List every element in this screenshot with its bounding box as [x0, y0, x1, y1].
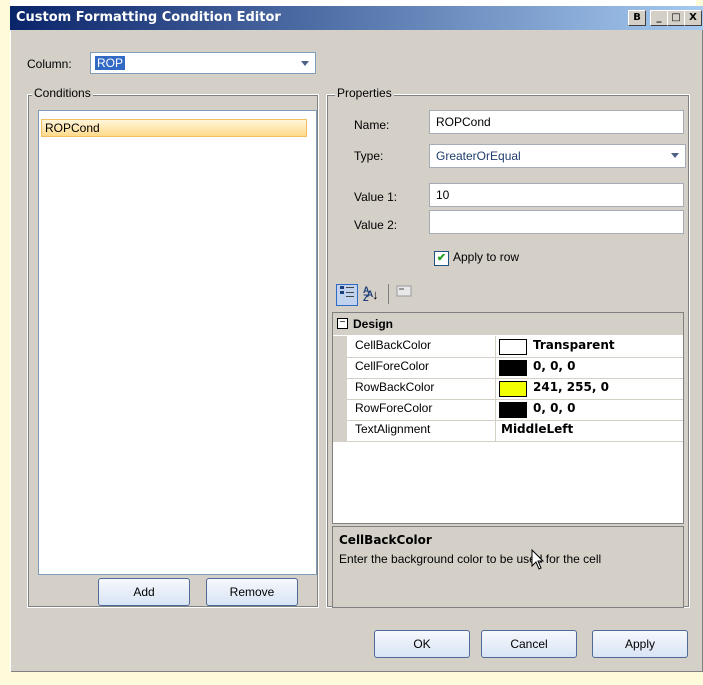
background-left	[0, 0, 10, 685]
apply-to-row-checkbox[interactable]: ✔	[434, 251, 449, 266]
value2-label: Value 2:	[354, 218, 398, 232]
grid-row-rowbackcolor[interactable]: RowBackColor 241, 255, 0	[333, 378, 683, 400]
column-divider	[495, 357, 496, 378]
ok-button[interactable]: OK	[374, 630, 470, 658]
sort-arrow-icon: ↓	[372, 287, 379, 302]
value2-field[interactable]	[429, 210, 684, 234]
chevron-down-icon	[671, 153, 679, 158]
color-swatch	[499, 402, 527, 418]
minimize-button[interactable]: _	[650, 10, 668, 26]
property-name: CellForeColor	[355, 359, 430, 373]
row-gutter	[333, 336, 347, 357]
column-divider	[495, 336, 496, 357]
apply-button[interactable]: Apply	[592, 630, 688, 658]
title-bar[interactable]: Custom Formatting Condition Editor B _ □…	[10, 6, 703, 30]
grid-row-cellforecolor[interactable]: CellForeColor 0, 0, 0	[333, 357, 683, 379]
column-divider	[495, 378, 496, 399]
conditions-list[interactable]: ROPCond	[38, 110, 317, 575]
grid-row-textalignment[interactable]: TextAlignment MiddleLeft	[333, 420, 683, 442]
collapse-icon[interactable]: −	[337, 318, 348, 329]
name-label: Name:	[354, 118, 390, 132]
categorized-icon[interactable]	[336, 284, 358, 306]
property-name: CellBackColor	[355, 338, 432, 352]
column-select-value: ROP	[95, 56, 126, 70]
window-title: Custom Formatting Condition Editor	[16, 10, 281, 25]
list-item[interactable]: ROPCond	[41, 119, 307, 137]
row-gutter	[333, 399, 347, 420]
type-select[interactable]: GreaterOrEqual	[429, 144, 686, 168]
property-grid[interactable]: − Design CellBackColor Transparent CellF…	[332, 312, 684, 524]
apply-to-row-label: Apply to row	[453, 250, 520, 264]
type-label: Type:	[354, 149, 384, 163]
column-select[interactable]: ROP	[90, 52, 316, 74]
color-swatch	[499, 360, 527, 376]
help-panel: CellBackColor Enter the background color…	[332, 526, 684, 608]
property-value: 0, 0, 0	[533, 401, 576, 415]
column-divider	[495, 420, 496, 441]
background-bottom	[0, 672, 703, 685]
category-header[interactable]: − Design	[333, 313, 683, 335]
property-value: 241, 255, 0	[533, 380, 609, 394]
pin-button[interactable]: B	[628, 10, 646, 26]
property-name: RowBackColor	[355, 380, 435, 394]
value1-field[interactable]: 10	[429, 183, 684, 207]
grid-row-rowforecolor[interactable]: RowForeColor 0, 0, 0	[333, 399, 683, 421]
property-value: MiddleLeft	[501, 422, 574, 436]
help-text: Enter the background color to be used fo…	[339, 552, 602, 566]
dialog-window: Custom Formatting Condition Editor B _ □…	[10, 6, 703, 672]
cancel-button[interactable]: Cancel	[481, 630, 577, 658]
close-button[interactable]: X	[684, 10, 702, 26]
properties-group-title: Properties	[335, 86, 394, 100]
property-name: TextAlignment	[355, 422, 431, 436]
property-name: RowForeColor	[355, 401, 433, 415]
row-gutter	[333, 378, 347, 399]
help-title: CellBackColor	[339, 533, 432, 547]
category-label: Design	[353, 317, 394, 331]
color-swatch	[499, 381, 527, 397]
property-value: Transparent	[533, 338, 615, 352]
chevron-down-icon	[301, 61, 309, 66]
add-button[interactable]: Add	[98, 578, 190, 606]
property-pages-icon[interactable]	[394, 284, 414, 304]
value1-label: Value 1:	[354, 190, 398, 204]
color-swatch	[499, 339, 527, 355]
type-select-value: GreaterOrEqual	[436, 149, 521, 163]
grid-row-cellbackcolor[interactable]: CellBackColor Transparent	[333, 336, 683, 358]
conditions-group-title: Conditions	[32, 86, 93, 100]
row-gutter	[333, 357, 347, 378]
row-gutter	[333, 420, 347, 441]
column-divider	[495, 399, 496, 420]
toolbar-separator	[388, 284, 389, 304]
sort-az-glyph: AZ	[363, 285, 370, 303]
maximize-button[interactable]: □	[667, 10, 685, 26]
mouse-cursor-icon	[531, 549, 545, 570]
property-value: 0, 0, 0	[533, 359, 576, 373]
name-field[interactable]: ROPCond	[429, 110, 684, 134]
column-label: Column:	[27, 57, 72, 71]
remove-button[interactable]: Remove	[206, 578, 298, 606]
